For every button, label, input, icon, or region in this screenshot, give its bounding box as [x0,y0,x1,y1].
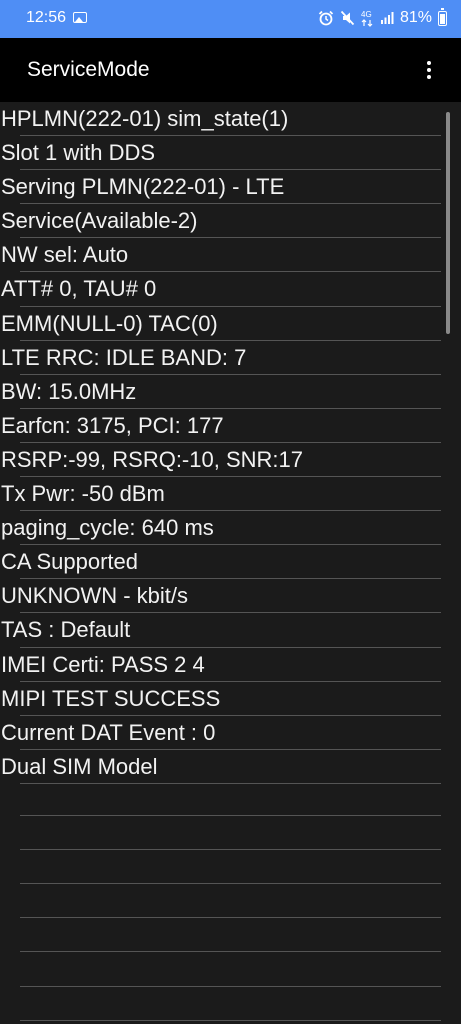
battery-percentage: 81% [399,9,432,26]
info-line: EMM(NULL-0) TAC(0) [0,307,461,341]
service-info-list[interactable]: HPLMN(222-01) sim_state(1) Slot 1 with D… [0,102,461,1024]
info-line: Slot 1 with DDS [0,136,461,171]
menu-dot [427,61,431,65]
info-line: Dual SIM Model [0,750,461,784]
info-line: HPLMN(222-01) sim_state(1) [0,102,461,137]
info-line: Serving PLMN(222-01) - LTE [0,170,461,205]
info-line: RSRP:-99, RSRQ:-10, SNR:17 [0,443,461,478]
network-4g-icon: 4G [361,10,373,27]
empty-line [0,918,461,953]
info-lines: HPLMN(222-01) sim_state(1) Slot 1 with D… [0,102,461,784]
network-type-label: 4G [361,10,372,19]
info-line: NW sel: Auto [0,238,461,273]
info-line: UNKNOWN - kbit/s [0,579,461,614]
empty-line [0,884,461,919]
empty-lines [0,782,461,1021]
info-line: Service(Available-2) [0,204,461,239]
app-title: ServiceMode [27,58,150,81]
empty-line [0,952,461,987]
signal-icon [380,12,394,24]
info-line: TAS : Default [0,613,461,648]
menu-dot [427,75,431,79]
alarm-icon [318,10,334,26]
overflow-menu-icon[interactable] [417,58,441,82]
empty-line [0,987,461,1021]
info-line: CA Supported [0,545,461,580]
app-bar: ServiceMode [0,38,461,102]
info-line: ATT# 0, TAU# 0 [0,272,461,307]
status-icons: 4G 81% [318,7,447,28]
info-line: IMEI Certi: PASS 2 4 [0,648,461,682]
battery-icon [438,7,447,26]
scrollbar[interactable] [446,112,450,334]
info-line: Earfcn: 3175, PCI: 177 [0,409,461,444]
info-line: BW: 15.0MHz [0,375,461,409]
empty-line [0,816,461,851]
menu-dot [427,68,431,72]
mute-icon [340,10,355,26]
info-line: LTE RRC: IDLE BAND: 7 [0,341,461,375]
info-line: Current DAT Event : 0 [0,716,461,750]
empty-line [0,782,461,817]
info-line: paging_cycle: 640 ms [0,511,461,546]
info-line: Tx Pwr: -50 dBm [0,477,461,512]
gallery-notification-icon [73,12,87,23]
status-bar: 12:56 4G 81% [0,0,461,38]
info-line: MIPI TEST SUCCESS [0,682,461,716]
status-time: 12:56 [26,9,67,26]
empty-line [0,850,461,885]
